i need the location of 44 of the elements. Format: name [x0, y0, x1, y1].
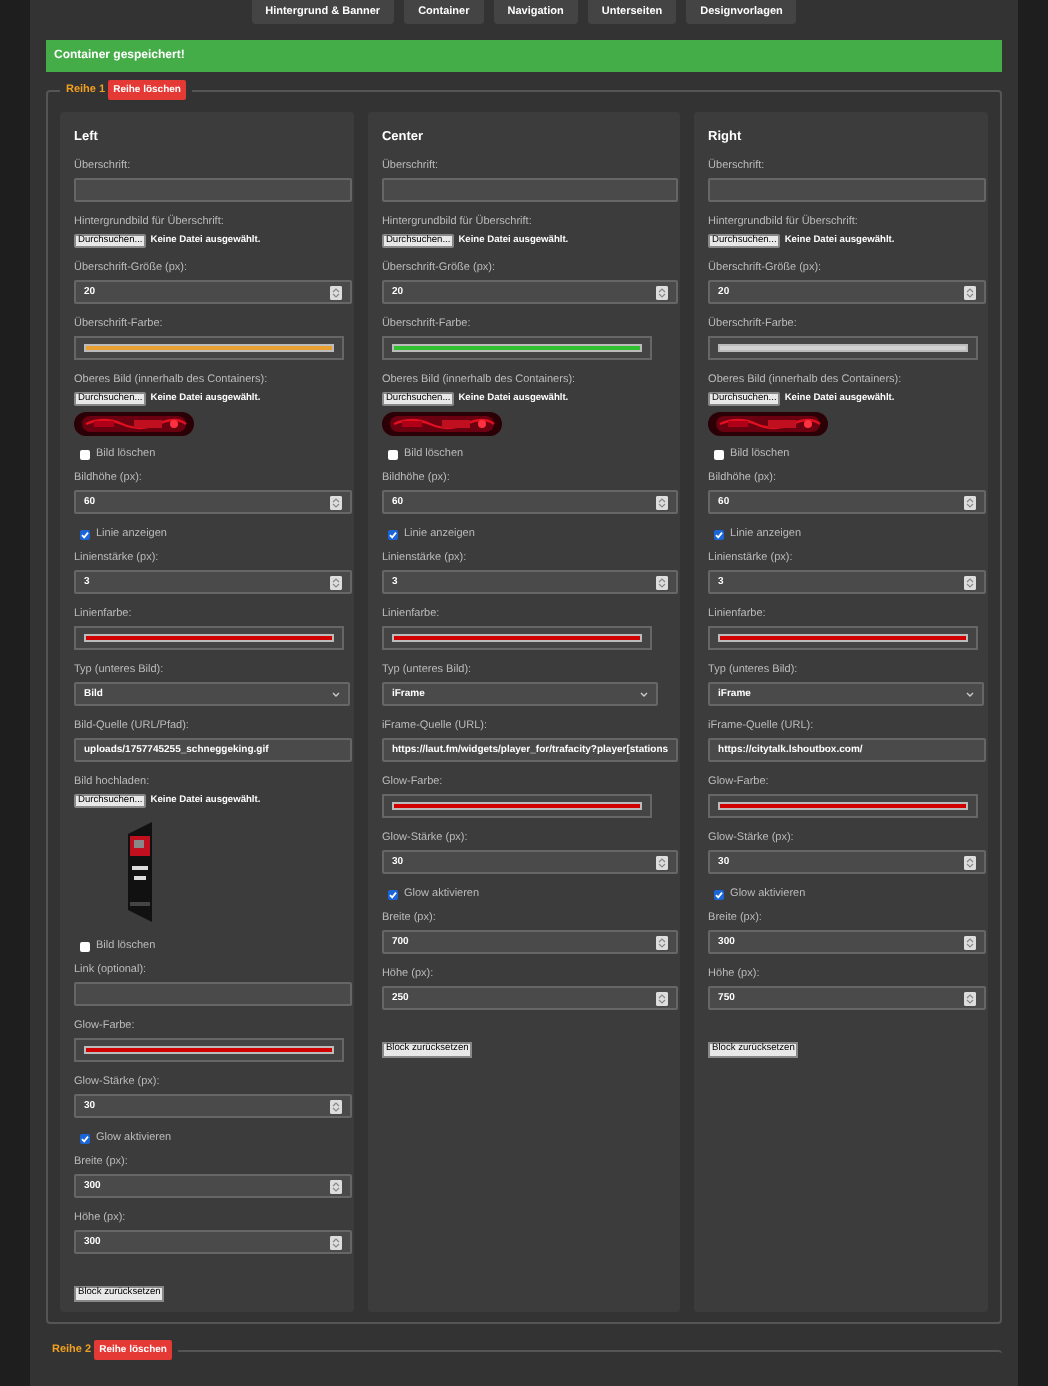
checkbox[interactable] — [80, 529, 90, 539]
spinner-icon[interactable] — [964, 935, 976, 949]
spinner-icon[interactable] — [656, 495, 669, 509]
checkbox[interactable] — [387, 449, 398, 459]
spinner-icon[interactable] — [329, 1235, 342, 1249]
chevron-icon — [966, 691, 975, 697]
text-field[interactable] — [74, 982, 352, 1006]
spinner-icon[interactable] — [656, 855, 669, 869]
checkbox[interactable] — [80, 1133, 90, 1143]
color-picker[interactable] — [74, 626, 344, 650]
spinner-icon[interactable] — [329, 1179, 342, 1193]
color-picker[interactable] — [381, 794, 652, 818]
spinner-icon[interactable] — [656, 285, 669, 299]
chevron-icon — [332, 691, 340, 697]
spinner-icon[interactable] — [329, 1099, 342, 1113]
color-picker[interactable] — [381, 336, 652, 360]
text-field[interactable] — [381, 178, 679, 202]
color-picker[interactable] — [708, 336, 979, 360]
spinner-icon[interactable] — [329, 285, 342, 299]
spinner-icon[interactable] — [656, 991, 669, 1005]
spinner-icon[interactable] — [329, 495, 342, 509]
checkbox[interactable] — [714, 889, 725, 899]
color-picker[interactable] — [381, 626, 652, 650]
text-field[interactable] — [708, 178, 986, 202]
checkbox[interactable] — [387, 529, 398, 539]
checkbox[interactable] — [80, 941, 90, 951]
checkbox[interactable] — [714, 529, 725, 539]
color-picker[interactable] — [74, 1038, 344, 1062]
spinner-icon[interactable] — [964, 991, 976, 1005]
spinner-icon[interactable] — [964, 855, 976, 869]
spinner-icon[interactable] — [656, 935, 669, 949]
spinner-icon[interactable] — [964, 495, 976, 509]
text-field[interactable] — [74, 178, 352, 202]
spinner-icon[interactable] — [656, 575, 669, 589]
checkbox[interactable] — [714, 449, 725, 459]
spinner-icon[interactable] — [964, 285, 976, 299]
color-picker[interactable] — [708, 794, 979, 818]
checkbox[interactable] — [387, 889, 398, 899]
spinner-icon[interactable] — [329, 575, 342, 589]
chevron-icon — [639, 691, 648, 697]
color-picker[interactable] — [74, 336, 344, 360]
spinner-icon[interactable] — [964, 575, 976, 589]
color-picker[interactable] — [708, 626, 979, 650]
checkbox[interactable] — [80, 449, 90, 459]
